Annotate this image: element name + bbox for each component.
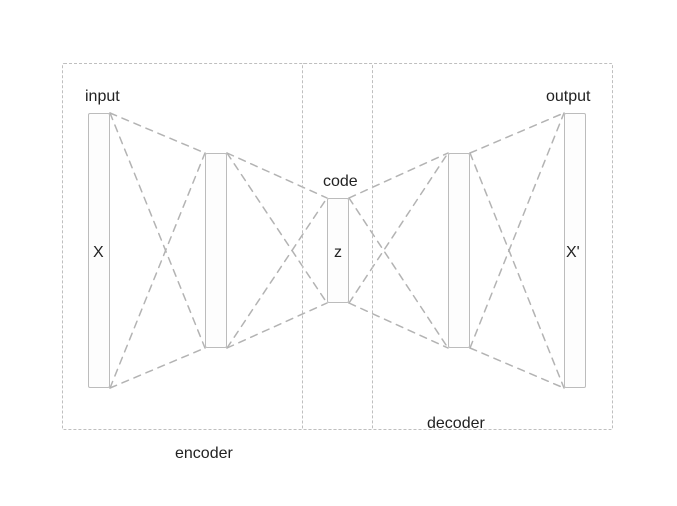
xprime-text: X' bbox=[566, 244, 580, 262]
code-label: code bbox=[323, 173, 358, 191]
autoencoder-diagram: { "labels": { "input": "input", "output"… bbox=[0, 0, 677, 506]
encoder-label: encoder bbox=[175, 445, 233, 463]
decoder-hidden-layer bbox=[448, 153, 470, 348]
encoder-hidden-layer bbox=[205, 153, 227, 348]
z-text: z bbox=[334, 244, 342, 262]
x-text: X bbox=[93, 244, 104, 262]
decoder-label: decoder bbox=[427, 415, 485, 433]
output-label: output bbox=[546, 88, 590, 106]
input-label: input bbox=[85, 88, 120, 106]
